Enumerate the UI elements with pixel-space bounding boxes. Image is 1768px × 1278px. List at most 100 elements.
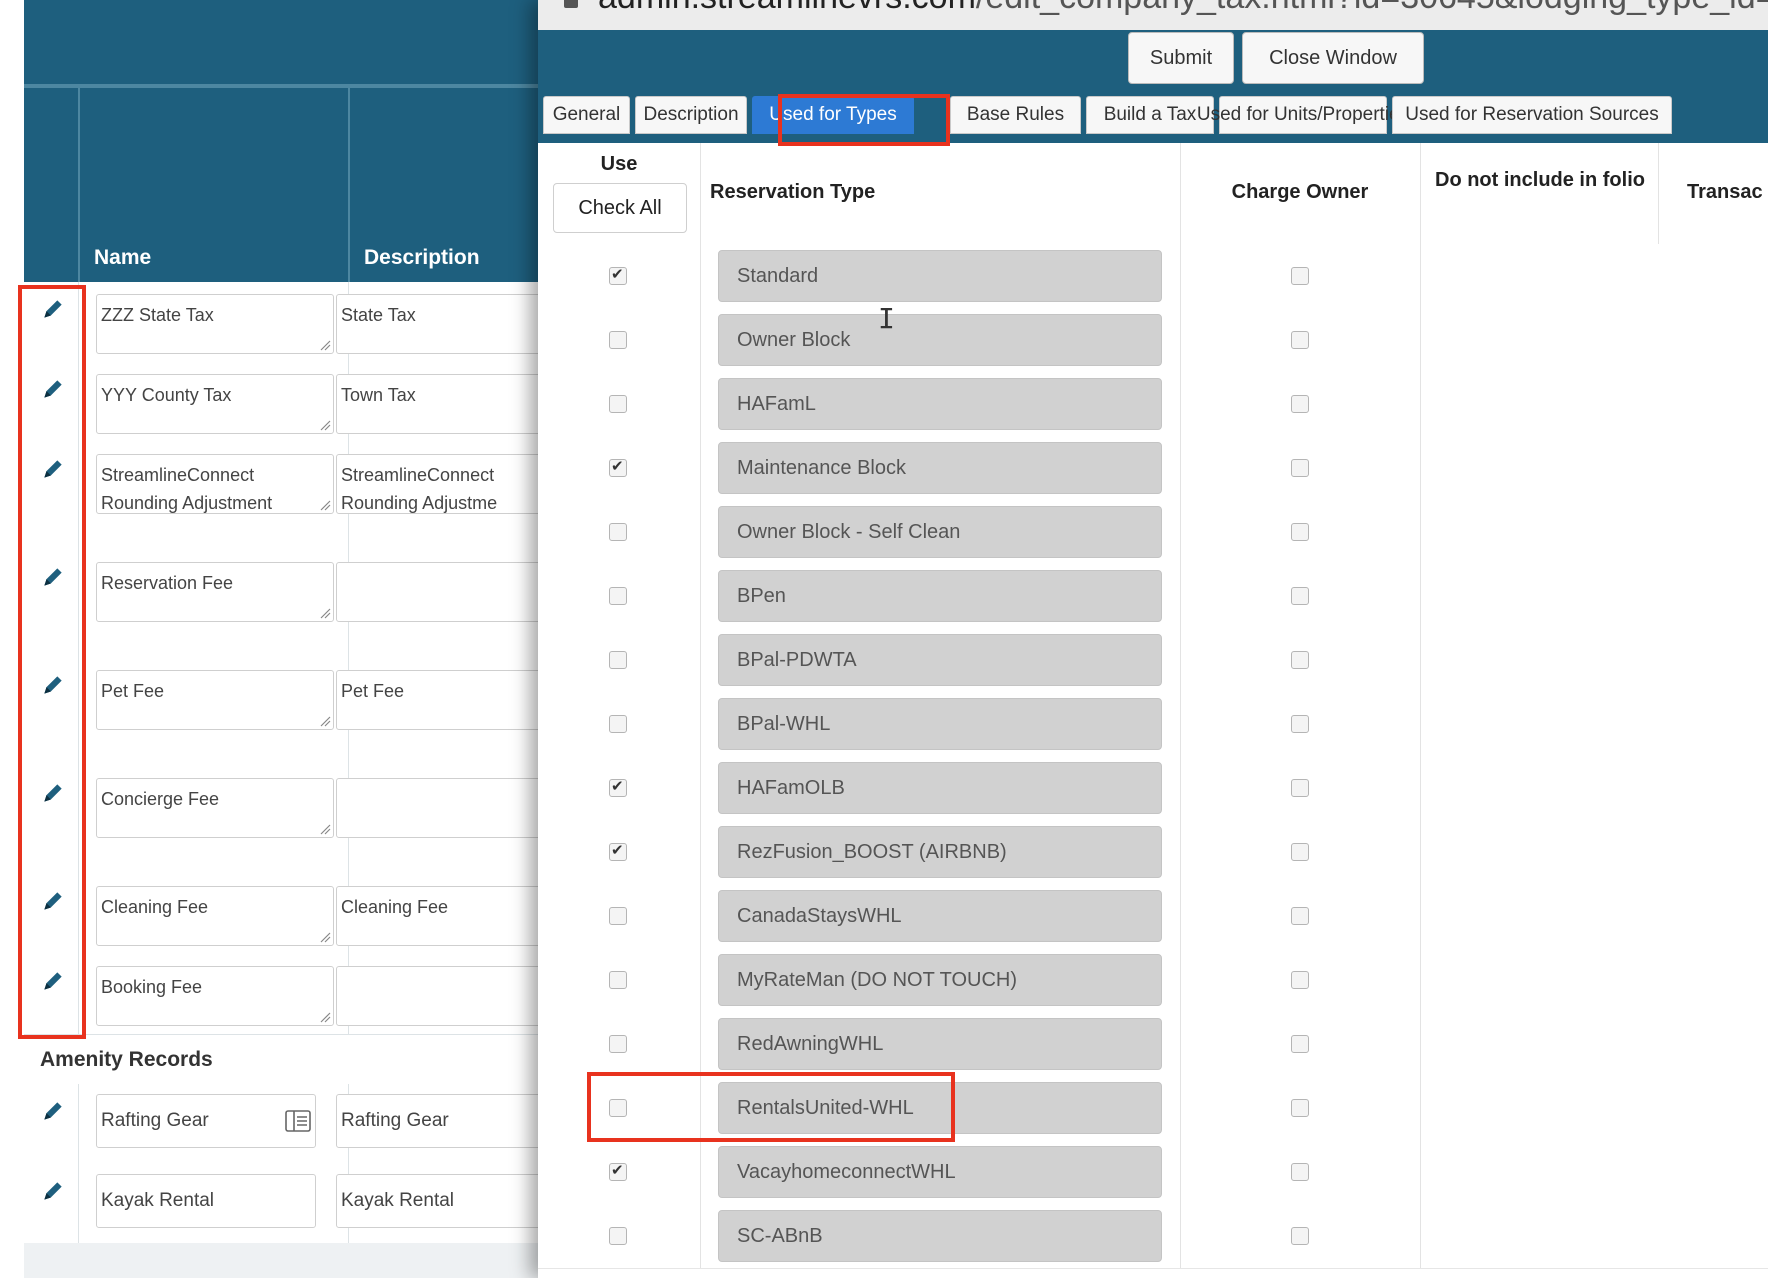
column-header-name[interactable]: Name bbox=[94, 246, 151, 270]
row-divider bbox=[1420, 1204, 1421, 1268]
header-divider bbox=[1658, 143, 1659, 244]
tax-name-field[interactable]: Reservation Fee bbox=[96, 562, 334, 622]
use-checkbox[interactable] bbox=[609, 265, 627, 285]
charge-owner-checkbox[interactable] bbox=[1291, 907, 1309, 925]
row-divider bbox=[78, 1164, 79, 1244]
use-checkbox[interactable] bbox=[609, 587, 627, 605]
tax-name-field[interactable]: YYY County Tax bbox=[96, 374, 334, 434]
resize-grip-icon[interactable] bbox=[319, 1011, 331, 1023]
tax-description-field[interactable]: Pet Fee bbox=[336, 670, 566, 730]
resize-grip-icon[interactable] bbox=[319, 823, 331, 835]
tax-description-field[interactable] bbox=[336, 778, 566, 838]
charge-owner-checkbox[interactable] bbox=[1291, 587, 1309, 605]
tax-description-field[interactable] bbox=[336, 966, 566, 1026]
pencil-icon[interactable] bbox=[40, 968, 66, 994]
tax-name-field[interactable]: ZZZ State Tax bbox=[96, 294, 334, 354]
use-checkbox[interactable] bbox=[609, 523, 627, 541]
use-checkbox[interactable] bbox=[609, 1161, 627, 1181]
tab-description[interactable]: Description bbox=[635, 96, 747, 134]
url-domain: admin.streamlinevrs.com bbox=[598, 0, 976, 16]
use-checkbox[interactable] bbox=[609, 395, 627, 413]
charge-owner-checkbox[interactable] bbox=[1291, 1035, 1309, 1053]
tab-general[interactable]: General bbox=[543, 96, 630, 134]
browser-url-bar[interactable]: admin.streamlinevrs.com/edit_company_tax… bbox=[538, 0, 1768, 30]
tax-description-field[interactable]: StreamlineConnect Rounding Adjustme bbox=[336, 454, 566, 514]
tax-description-field[interactable] bbox=[336, 562, 566, 622]
resize-grip-icon[interactable] bbox=[319, 931, 331, 943]
row-divider bbox=[1180, 244, 1181, 308]
charge-owner-checkbox[interactable] bbox=[1291, 843, 1309, 861]
close-window-button[interactable]: Close Window bbox=[1242, 32, 1424, 84]
charge-owner-checkbox[interactable] bbox=[1291, 1227, 1309, 1245]
tab-base-rules[interactable]: Base Rules bbox=[950, 96, 1081, 134]
use-checkbox[interactable] bbox=[609, 651, 627, 669]
tax-description-field[interactable]: Cleaning Fee bbox=[336, 886, 566, 946]
amenity-description-field[interactable]: Kayak Rental bbox=[336, 1174, 566, 1228]
amenity-description-field[interactable]: Rafting Gear bbox=[336, 1094, 566, 1148]
pencil-icon[interactable] bbox=[40, 780, 66, 806]
use-checkbox[interactable] bbox=[609, 1227, 627, 1245]
pencil-icon[interactable] bbox=[40, 564, 66, 590]
resize-grip-icon[interactable] bbox=[319, 607, 331, 619]
reservation-type-field: HAFamOLB bbox=[718, 762, 1162, 814]
reservation-type-row: VacayhomeconnectWHL bbox=[538, 1140, 1768, 1205]
charge-owner-checkbox[interactable] bbox=[1291, 395, 1309, 413]
amenity-name-field[interactable]: Kayak Rental bbox=[96, 1174, 316, 1228]
tab-build-a-tax[interactable]: Build a Tax bbox=[1086, 96, 1214, 134]
use-checkbox[interactable] bbox=[609, 331, 627, 349]
charge-owner-checkbox[interactable] bbox=[1291, 331, 1309, 349]
submit-button[interactable]: Submit bbox=[1128, 32, 1234, 84]
resize-grip-icon[interactable] bbox=[319, 715, 331, 727]
row-divider bbox=[700, 1012, 701, 1076]
use-checkbox[interactable] bbox=[609, 715, 627, 733]
pencil-icon[interactable] bbox=[40, 672, 66, 698]
tax-name-field[interactable]: StreamlineConnect Rounding Adjustment bbox=[96, 454, 334, 514]
use-checkbox[interactable] bbox=[609, 841, 627, 861]
pencil-icon[interactable] bbox=[40, 1098, 66, 1124]
use-checkbox[interactable] bbox=[609, 907, 627, 925]
charge-owner-checkbox[interactable] bbox=[1291, 651, 1309, 669]
tax-name-text: Reservation Fee bbox=[101, 573, 234, 593]
charge-owner-checkbox[interactable] bbox=[1291, 1099, 1309, 1117]
charge-owner-checkbox[interactable] bbox=[1291, 523, 1309, 541]
tab-used-for-reservation-sources[interactable]: Used for Reservation Sources bbox=[1392, 96, 1672, 134]
reservation-type-row: BPen bbox=[538, 564, 1768, 629]
charge-owner-checkbox[interactable] bbox=[1291, 715, 1309, 733]
tab-used-for-types[interactable]: Used for Types bbox=[752, 96, 914, 134]
use-checkbox[interactable] bbox=[609, 1099, 627, 1117]
tax-name-field[interactable]: Cleaning Fee bbox=[96, 886, 334, 946]
resize-grip-icon[interactable] bbox=[319, 419, 331, 431]
reservation-type-row: Owner Block - Self Clean bbox=[538, 500, 1768, 565]
pencil-icon[interactable] bbox=[40, 456, 66, 482]
row-divider bbox=[700, 628, 701, 692]
tax-description-text: Cleaning Fee bbox=[341, 897, 449, 917]
resize-grip-icon[interactable] bbox=[319, 339, 331, 351]
use-checkbox[interactable] bbox=[609, 971, 627, 989]
use-checkbox[interactable] bbox=[609, 777, 627, 797]
list-card-icon[interactable] bbox=[285, 1109, 311, 1133]
use-checkbox[interactable] bbox=[609, 1035, 627, 1053]
charge-owner-checkbox[interactable] bbox=[1291, 459, 1309, 477]
tax-name-field[interactable]: Concierge Fee bbox=[96, 778, 334, 838]
tax-name-field[interactable]: Booking Fee bbox=[96, 966, 334, 1026]
column-header-description[interactable]: Description bbox=[364, 246, 480, 270]
tax-description-text: State Tax bbox=[341, 305, 416, 325]
tax-description-field[interactable]: State Tax bbox=[336, 294, 566, 354]
pencil-icon[interactable] bbox=[40, 1178, 66, 1204]
tax-description-text: StreamlineConnect Rounding Adjustme bbox=[341, 465, 498, 513]
tax-description-field[interactable]: Town Tax bbox=[336, 374, 566, 434]
charge-owner-checkbox[interactable] bbox=[1291, 779, 1309, 797]
row-divider bbox=[1420, 436, 1421, 500]
resize-grip-icon[interactable] bbox=[319, 499, 331, 511]
pencil-icon[interactable] bbox=[40, 888, 66, 914]
charge-owner-checkbox[interactable] bbox=[1291, 267, 1309, 285]
pencil-icon[interactable] bbox=[40, 376, 66, 402]
charge-owner-checkbox[interactable] bbox=[1291, 971, 1309, 989]
check-all-button[interactable]: Check All bbox=[553, 183, 687, 233]
charge-owner-checkbox[interactable] bbox=[1291, 1163, 1309, 1181]
tax-name-field[interactable]: Pet Fee bbox=[96, 670, 334, 730]
use-checkbox[interactable] bbox=[609, 457, 627, 477]
tab-used-for-units-properties[interactable]: Used for Units/Properties bbox=[1197, 96, 1409, 134]
amenity-name-field[interactable]: Rafting Gear bbox=[96, 1094, 316, 1148]
pencil-icon[interactable] bbox=[40, 296, 66, 322]
